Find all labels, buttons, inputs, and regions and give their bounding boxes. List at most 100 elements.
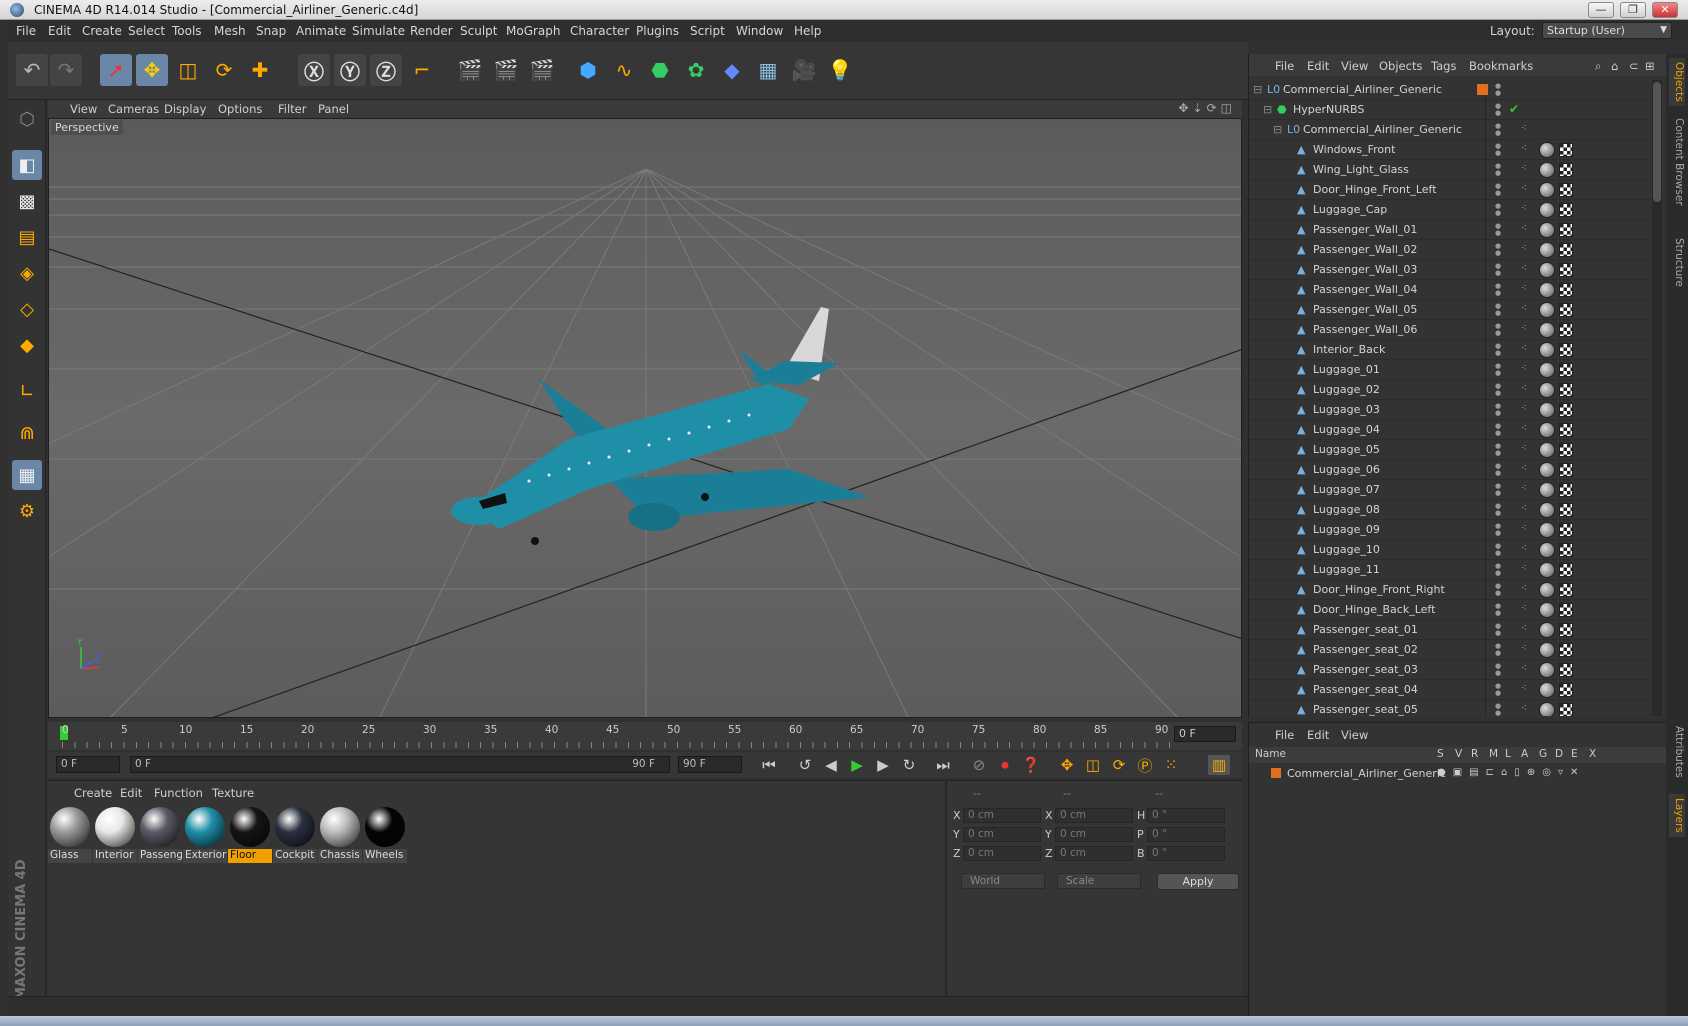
material-tag-icon[interactable]: [1539, 482, 1555, 498]
start-frame-field[interactable]: 0 F: [56, 756, 120, 773]
key-pla-button[interactable]: ⁙: [1160, 755, 1182, 775]
uvw-tag-icon[interactable]: [1559, 163, 1573, 177]
menu-render[interactable]: Render: [410, 24, 453, 38]
layer-column-header[interactable]: L: [1505, 748, 1511, 760]
size-z-field[interactable]: 0 cm: [1055, 846, 1133, 861]
layer-column-header[interactable]: M: [1489, 748, 1498, 760]
material-menu-texture[interactable]: Texture: [212, 786, 254, 800]
object-row[interactable]: ▲ Passenger_seat_01 ● ● ⁖: [1249, 620, 1653, 640]
object-name[interactable]: Interior_Back: [1313, 343, 1385, 356]
visibility-dots-icon[interactable]: ● ●: [1495, 463, 1505, 477]
material-menu-function[interactable]: Function: [154, 786, 203, 800]
layers-menu-edit[interactable]: Edit: [1307, 728, 1329, 742]
tab-layers[interactable]: Layers: [1669, 794, 1685, 837]
phong-tag-icon[interactable]: ⁖: [1521, 263, 1527, 274]
uvw-tag-icon[interactable]: [1559, 583, 1573, 597]
object-row[interactable]: ▲ Luggage_04 ● ● ⁖: [1249, 420, 1653, 440]
object-name[interactable]: Passenger_Wall_06: [1313, 323, 1417, 336]
object-row[interactable]: ▲ Passenger_Wall_01 ● ● ⁖: [1249, 220, 1653, 240]
layer-column-header[interactable]: V: [1455, 748, 1462, 760]
visibility-dots-icon[interactable]: ● ●: [1495, 483, 1505, 497]
object-row[interactable]: ▲ Door_Hinge_Front_Right ● ● ⁖: [1249, 580, 1653, 600]
material-tag-icon[interactable]: [1539, 642, 1555, 658]
objects-menu-edit[interactable]: Edit: [1307, 59, 1329, 73]
viewport-nav-icons[interactable]: ✥⇣⟳◫: [1178, 101, 1236, 115]
object-row[interactable]: ▲ Windows_Front ● ● ⁖: [1249, 140, 1653, 160]
size-y-field[interactable]: 0 cm: [1055, 827, 1133, 842]
object-name[interactable]: Passenger_seat_04: [1313, 683, 1418, 696]
uvw-tag-icon[interactable]: [1559, 343, 1573, 357]
material-tag-icon[interactable]: [1539, 602, 1555, 618]
visibility-dots-icon[interactable]: ● ●: [1495, 403, 1505, 417]
uvw-tag-icon[interactable]: [1559, 563, 1573, 577]
tab-structure[interactable]: Structure: [1669, 234, 1685, 291]
object-name[interactable]: Luggage_10: [1313, 543, 1380, 556]
object-name[interactable]: Wing_Light_Glass: [1313, 163, 1409, 176]
object-row[interactable]: ▲ Passenger_Wall_03 ● ● ⁖: [1249, 260, 1653, 280]
visibility-dots-icon[interactable]: ● ●: [1495, 143, 1505, 157]
object-row[interactable]: ▲ Door_Hinge_Back_Left ● ● ⁖: [1249, 600, 1653, 620]
object-row[interactable]: ▲ Luggage_03 ● ● ⁖: [1249, 400, 1653, 420]
visibility-dots-icon[interactable]: ● ●: [1495, 663, 1505, 677]
object-row[interactable]: ▲ Interior_Back ● ● ⁖: [1249, 340, 1653, 360]
maximize-button[interactable]: ❐: [1620, 2, 1646, 18]
x-axis-button[interactable]: Ⓧ: [298, 54, 330, 86]
uvw-tag-icon[interactable]: [1559, 323, 1573, 337]
material-tag-icon[interactable]: [1539, 142, 1555, 158]
tab-objects[interactable]: Objects: [1669, 58, 1685, 106]
visibility-dots-icon[interactable]: ● ●: [1495, 203, 1505, 217]
material-tag-icon[interactable]: [1539, 362, 1555, 378]
phong-tag-icon[interactable]: ⁖: [1521, 383, 1527, 394]
object-name[interactable]: Passenger_Wall_05: [1313, 303, 1417, 316]
object-name[interactable]: Door_Hinge_Front_Right: [1313, 583, 1445, 596]
material-tag-icon[interactable]: [1539, 202, 1555, 218]
edges-mode-button[interactable]: ◇: [12, 294, 42, 324]
object-name[interactable]: Door_Hinge_Front_Left: [1313, 183, 1437, 196]
phong-tag-icon[interactable]: ⁖: [1521, 643, 1527, 654]
menu-select[interactable]: Select: [128, 24, 165, 38]
material-tag-icon[interactable]: [1539, 222, 1555, 238]
material-tag-icon[interactable]: [1539, 242, 1555, 258]
visibility-dots-icon[interactable]: ● ●: [1495, 423, 1505, 437]
material-tag-icon[interactable]: [1539, 162, 1555, 178]
phong-tag-icon[interactable]: ⁖: [1521, 503, 1527, 514]
phong-tag-icon[interactable]: ⁖: [1521, 443, 1527, 454]
material-tag-icon[interactable]: [1539, 662, 1555, 678]
layer-color-icon[interactable]: [1477, 84, 1488, 95]
material-swatch[interactable]: Passeng: [138, 805, 182, 863]
material-tag-icon[interactable]: [1539, 282, 1555, 298]
phong-tag-icon[interactable]: ⁖: [1521, 463, 1527, 474]
uvw-tag-icon[interactable]: [1559, 183, 1573, 197]
deformer-button[interactable]: ◆: [716, 54, 748, 86]
layer-name[interactable]: Commercial_Airliner_Generic: [1287, 767, 1446, 780]
phong-tag-icon[interactable]: ⁖: [1521, 223, 1527, 234]
uvw-tag-icon[interactable]: [1559, 363, 1573, 377]
cube-object-button[interactable]: ⬢: [572, 54, 604, 86]
visibility-dots-icon[interactable]: ● ●: [1495, 503, 1505, 517]
record-active-objects-button[interactable]: ⊘: [968, 755, 990, 775]
material-tag-icon[interactable]: [1539, 302, 1555, 318]
viewport-menu-view[interactable]: View: [70, 102, 97, 116]
uvw-tag-icon[interactable]: [1559, 503, 1573, 517]
phong-tag-icon[interactable]: ⁖: [1521, 143, 1527, 154]
move-tool-button[interactable]: ✥: [136, 54, 168, 86]
objects-menu-view[interactable]: View: [1341, 59, 1368, 73]
phong-tag-icon[interactable]: ⁖: [1521, 423, 1527, 434]
material-menu-edit[interactable]: Edit: [120, 786, 142, 800]
visibility-dots-icon[interactable]: ● ●: [1495, 363, 1505, 377]
phong-tag-icon[interactable]: ⁖: [1521, 523, 1527, 534]
phong-tag-icon[interactable]: ⁖: [1521, 243, 1527, 254]
material-tag-icon[interactable]: [1539, 182, 1555, 198]
render-settings-button[interactable]: 🎬: [526, 54, 558, 86]
material-tag-icon[interactable]: [1539, 502, 1555, 518]
material-tag-icon[interactable]: [1539, 342, 1555, 358]
object-row[interactable]: ▲ Passenger_seat_05 ● ● ⁖: [1249, 700, 1653, 716]
layer-row[interactable]: Commercial_Airliner_Generic ●▣▤⊏⌂▯⊕◎▿✕: [1249, 765, 1667, 783]
menu-character[interactable]: Character: [570, 24, 629, 38]
phong-tag-icon[interactable]: ⁖: [1521, 123, 1527, 134]
visibility-dots-icon[interactable]: ● ●: [1495, 123, 1505, 137]
layer-column-header[interactable]: E: [1571, 748, 1578, 760]
object-row[interactable]: ▲ Luggage_08 ● ● ⁖: [1249, 500, 1653, 520]
phong-tag-icon[interactable]: ⁖: [1521, 343, 1527, 354]
material-tag-icon[interactable]: [1539, 262, 1555, 278]
